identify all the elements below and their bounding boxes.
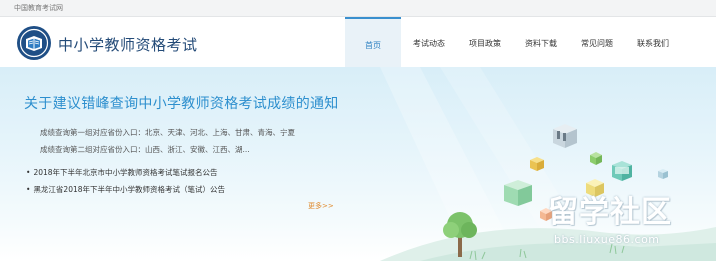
floating-cube-icon <box>658 169 668 179</box>
bullet-icon: • <box>26 185 31 194</box>
floating-cube-icon <box>590 152 602 165</box>
notice-line-group-2: 成绩查询第二组对应省份入口：山西、浙江、安徽、江西、湖... <box>40 145 250 154</box>
header: 中小学教师资格考试 首页 考试动态 项目政策 资料下载 常见问题 联系我们 <box>0 17 716 67</box>
more-link[interactable]: 更多>> <box>308 201 334 211</box>
floating-cube-icon <box>612 161 632 181</box>
bullet-icon: • <box>26 168 31 177</box>
watermark-url: bbs.liuxue86.com <box>554 233 660 246</box>
nav-item-downloads[interactable]: 资料下载 <box>513 17 569 67</box>
watermark-text: 留学社区 <box>548 195 672 230</box>
nav-item-policy[interactable]: 项目政策 <box>457 17 513 67</box>
book-shield-logo-icon[interactable] <box>16 25 52 61</box>
news-link[interactable]: • 黑龙江省2018年下半年中小学教师资格考试（笔试）公告 <box>26 184 225 195</box>
news-link-text: 黑龙江省2018年下半年中小学教师资格考试（笔试）公告 <box>33 185 226 194</box>
site-title[interactable]: 中小学教师资格考试 <box>58 34 198 55</box>
nav-item-faq[interactable]: 常见问题 <box>569 17 625 67</box>
topbar-site-link[interactable]: 中国教育考试网 <box>14 3 63 13</box>
nav-item-exam-news[interactable]: 考试动态 <box>401 17 457 67</box>
nav-item-home[interactable]: 首页 <box>345 17 401 67</box>
floating-cube-icon <box>504 180 532 206</box>
top-bar: 中国教育考试网 <box>0 0 716 17</box>
news-link[interactable]: • 2018年下半年北京市中小学教师资格考试笔试报名公告 <box>26 167 218 178</box>
watermark: 留学社区 bbs.liuxue86.com <box>548 187 708 246</box>
notice-headline[interactable]: 关于建议错峰查询中小学教师资格考试成绩的通知 <box>24 93 339 113</box>
floating-cube-icon <box>553 124 577 148</box>
news-link-text: 2018年下半年北京市中小学教师资格考试笔试报名公告 <box>33 168 218 177</box>
notice-line-group-1: 成绩查询第一组对应省份入口：北京、天津、河北、上海、甘肃、青海、宁夏 <box>40 128 295 137</box>
main-nav: 首页 考试动态 项目政策 资料下载 常见问题 联系我们 <box>345 17 681 67</box>
nav-item-contact[interactable]: 联系我们 <box>625 17 681 67</box>
hero-banner: 关于建议错峰查询中小学教师资格考试成绩的通知 成绩查询第一组对应省份入口：北京、… <box>0 67 716 261</box>
